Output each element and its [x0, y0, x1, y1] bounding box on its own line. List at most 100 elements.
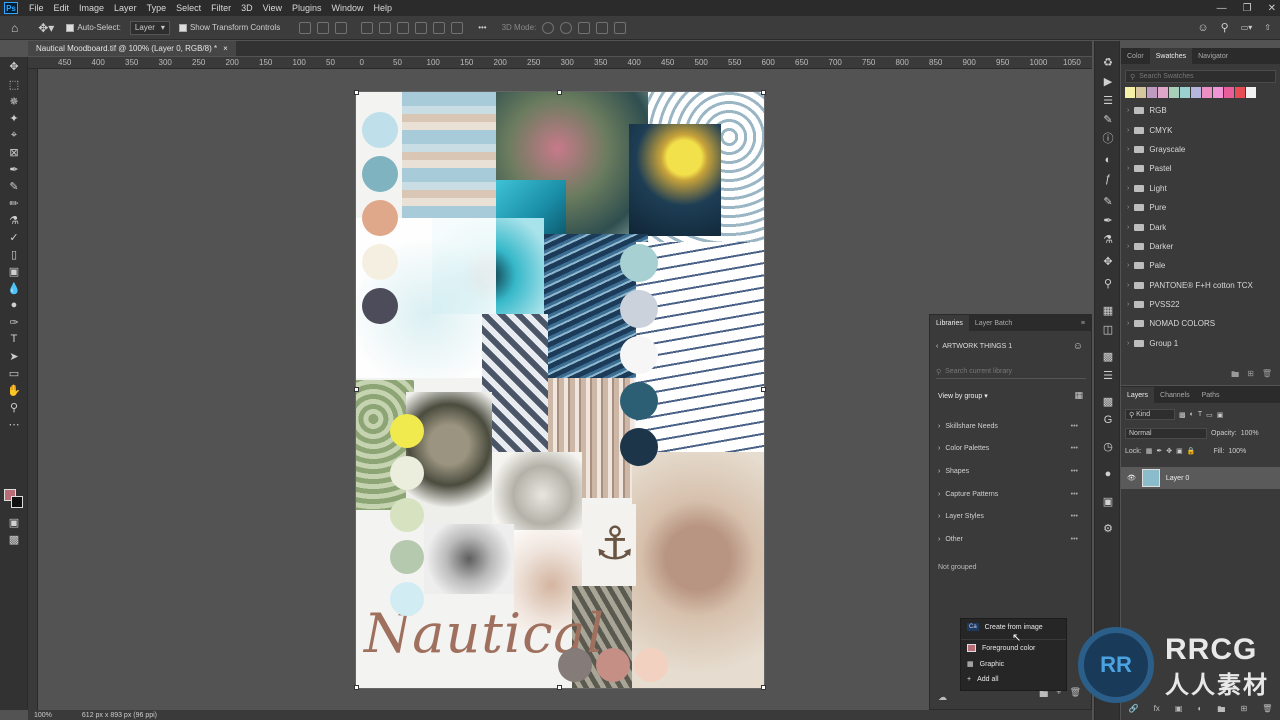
menu-window[interactable]: Window [327, 3, 369, 13]
blend-mode-dropdown[interactable]: Normal [1125, 428, 1207, 439]
history-brush-icon[interactable]: ✓ [7, 230, 21, 244]
swatch-group-row[interactable]: › CMYK [1121, 120, 1280, 139]
character-icon[interactable]: ▦ [1101, 303, 1115, 317]
tool-presets-icon[interactable]: ✥ [1101, 254, 1115, 268]
chevron-right-icon[interactable]: › [1127, 204, 1129, 211]
clone-stamp-icon[interactable]: ⚗ [7, 213, 21, 227]
foreground-color-item[interactable]: Foreground color [967, 644, 1035, 652]
blur-tool-icon[interactable]: 💧 [7, 281, 21, 295]
menu-filter[interactable]: Filter [206, 3, 236, 13]
more-options-icon[interactable]: ••• [1071, 468, 1078, 475]
properties-icon[interactable]: ✎ [1101, 112, 1115, 126]
layer-row[interactable]: 👁 Layer 0 [1121, 467, 1280, 489]
swatch-group-row[interactable]: › Light [1121, 179, 1280, 198]
tab-navigator[interactable]: Navigator [1192, 48, 1234, 64]
library-group-row[interactable]: › Skillshare Needs ••• [938, 419, 1078, 433]
new-swatch-icon[interactable]: ⊞ [1247, 369, 1254, 383]
hand-tool-icon[interactable]: ✋ [7, 383, 21, 397]
quick-mask-icon[interactable]: ▣ [7, 515, 21, 529]
channels-icon[interactable]: ▩ [1101, 394, 1115, 408]
transform-handle-br[interactable] [761, 685, 766, 690]
distribute-v-icon[interactable] [451, 21, 464, 34]
swatch-group-row[interactable]: › RGB [1121, 101, 1280, 120]
pen-tool-icon[interactable]: ✑ [7, 315, 21, 329]
move-tool-icon[interactable]: ✥ [7, 59, 21, 73]
distribute-h-icon[interactable] [433, 21, 446, 34]
quick-select-tool-icon[interactable]: ✦ [7, 111, 21, 125]
transform-handle-bl[interactable] [354, 685, 359, 690]
swatch-group-row[interactable]: › Pale [1121, 256, 1280, 275]
menu-select[interactable]: Select [171, 3, 206, 13]
menu-image[interactable]: Image [74, 3, 109, 13]
distribute-icon[interactable] [415, 21, 428, 34]
type-tool-icon[interactable]: T [7, 332, 21, 346]
type-filter-icon[interactable]: T [1198, 411, 1202, 418]
library-search-input[interactable]: ⚲ Search current library [936, 365, 1086, 379]
zoom-tool-icon[interactable]: ⚲ [7, 400, 21, 414]
opacity-value[interactable]: 100% [1241, 430, 1259, 437]
more-options-icon[interactable]: ••• [1071, 513, 1078, 520]
shape-filter-icon[interactable]: ▭ [1206, 411, 1213, 419]
chevron-right-icon[interactable]: › [1127, 165, 1129, 172]
lasso-tool-icon[interactable]: ✵ [7, 94, 21, 108]
more-options-icon[interactable]: ••• [1071, 445, 1078, 452]
path-select-tool-icon[interactable]: ➤ [7, 349, 21, 363]
swatch-circle-icon[interactable]: ● [1101, 467, 1115, 481]
layer-mask-icon[interactable]: ▣ [1175, 704, 1183, 718]
cloud-icon[interactable]: ☁ [938, 692, 947, 703]
transform-handle-tr[interactable] [761, 90, 766, 95]
chevron-right-icon[interactable]: › [1127, 146, 1129, 153]
layer-name[interactable]: Layer 0 [1166, 475, 1189, 482]
swatch-color[interactable] [1147, 87, 1157, 98]
swatch-group-row[interactable]: › Pastel [1121, 159, 1280, 178]
pixel-filter-icon[interactable]: ▩ [1179, 411, 1186, 419]
align-center-icon[interactable] [317, 21, 330, 34]
delete-icon[interactable]: 🗑 [1070, 687, 1081, 703]
eraser-tool-icon[interactable]: ▯ [7, 247, 21, 261]
layer-style-icon[interactable]: fx [1154, 704, 1160, 718]
swatch-group-row[interactable]: › PANTONE® F+H cotton TCX [1121, 276, 1280, 295]
chevron-right-icon[interactable]: › [1127, 262, 1129, 269]
healing-brush-icon[interactable]: ✎ [7, 179, 21, 193]
lock-pixels-icon[interactable]: ▦ [1146, 447, 1153, 455]
delete-layer-icon[interactable]: 🗑 [1262, 704, 1272, 718]
swatch-color[interactable] [1158, 87, 1168, 98]
lock-position-icon[interactable]: ✥ [1166, 447, 1172, 455]
swatch-color[interactable] [1125, 87, 1135, 98]
chevron-right-icon[interactable]: › [1127, 320, 1129, 327]
close-icon[interactable]: ✕ [1268, 3, 1276, 14]
library-group-row[interactable]: › Other ••• [938, 533, 1078, 547]
minimize-icon[interactable]: — [1217, 3, 1227, 14]
search-icon[interactable]: ⚲ [1218, 20, 1232, 36]
clone-source-icon[interactable]: ⚗ [1101, 232, 1115, 246]
chevron-right-icon[interactable]: › [1127, 185, 1129, 192]
transform-handle-bc[interactable] [557, 685, 562, 690]
background-color-swatch[interactable] [11, 496, 23, 508]
fill-value[interactable]: 100% [1228, 448, 1246, 455]
more-options-icon[interactable]: ••• [1071, 491, 1078, 498]
chevron-right-icon[interactable]: › [1127, 282, 1129, 289]
color-wheel-icon[interactable]: ◐ [1101, 153, 1115, 167]
brush-settings-icon[interactable]: ✎ [1101, 194, 1115, 208]
adjustment-filter-icon[interactable]: ◐ [1190, 411, 1194, 418]
chevron-right-icon[interactable]: › [938, 491, 940, 498]
new-group-icon[interactable]: 🖿 [1217, 704, 1225, 718]
kind-filter-dropdown[interactable]: ⚲ Kind [1125, 409, 1175, 420]
swatch-group-row[interactable]: › NOMAD COLORS [1121, 314, 1280, 333]
moodboard-document[interactable]: ⚓ Nautical [356, 92, 764, 688]
3d-pan-icon[interactable] [578, 21, 591, 34]
library-group-row[interactable]: › Shapes ••• [938, 464, 1078, 478]
menu-layer[interactable]: Layer [109, 3, 142, 13]
create-from-image-item[interactable]: Ca Create from image [967, 623, 1043, 631]
adjustment-layer-icon[interactable]: ◐ [1197, 704, 1202, 718]
chevron-right-icon[interactable]: › [938, 513, 940, 520]
transform-controls-checkbox[interactable]: Show Transform Controls [176, 20, 283, 36]
chevron-right-icon[interactable]: › [1127, 224, 1129, 231]
eyedropper-tool-icon[interactable]: ✒ [7, 162, 21, 176]
transform-handle-ml[interactable] [354, 387, 359, 392]
actions-play-icon[interactable]: ▶ [1101, 74, 1115, 88]
adjustments-icon[interactable]: ☰ [1101, 93, 1115, 107]
more-options-icon[interactable]: ••• [475, 20, 489, 36]
align-right-icon[interactable] [335, 21, 348, 34]
tab-layer-batch[interactable]: Layer Batch [969, 315, 1018, 331]
